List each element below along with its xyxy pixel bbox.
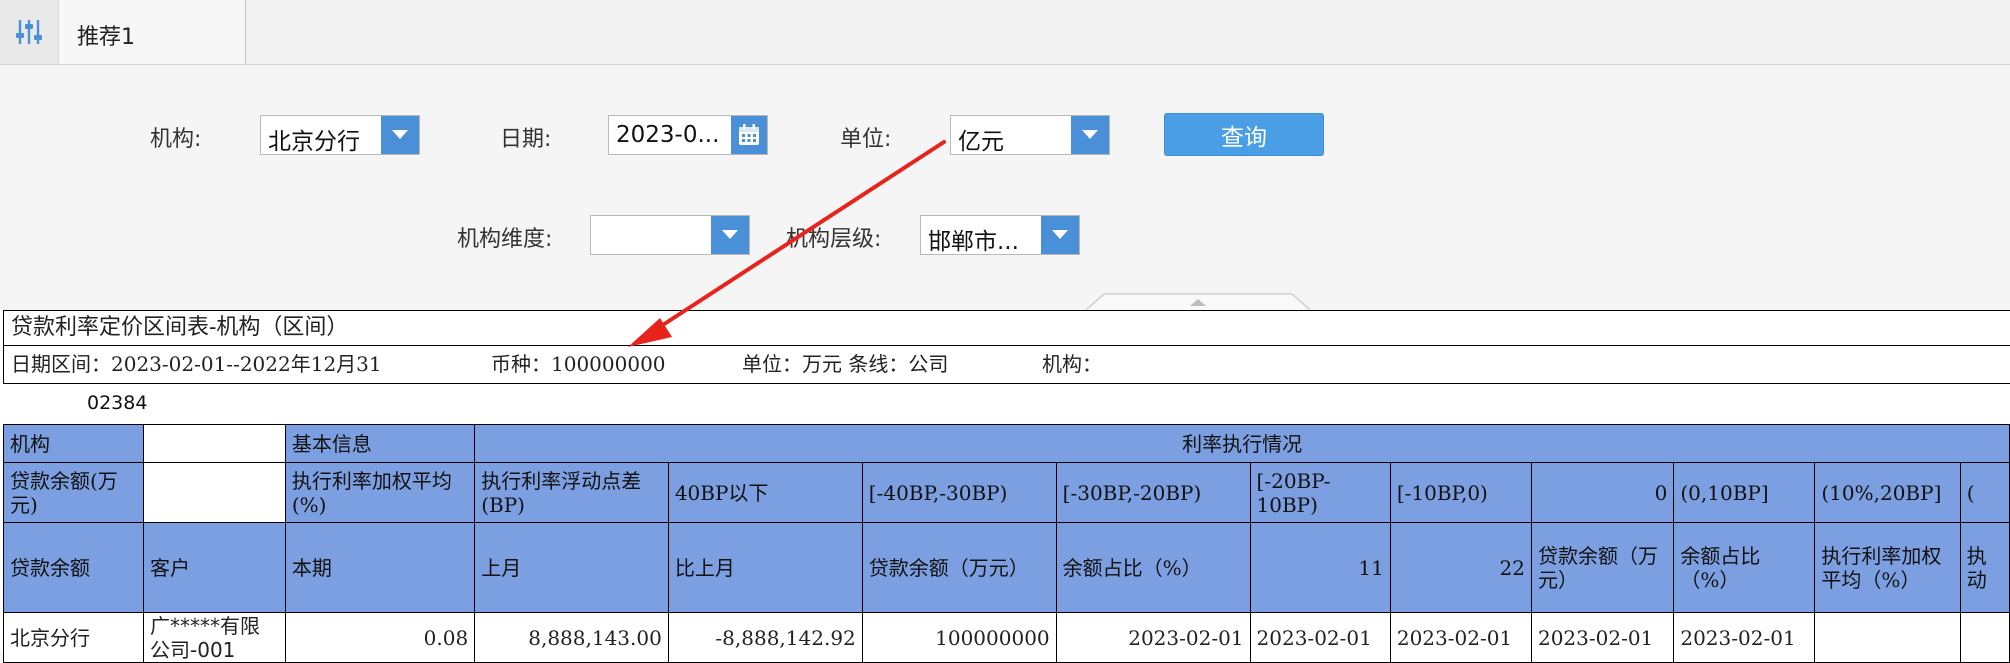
report-title: 贷款利率定价区间表-机构（区间）: [3, 310, 2010, 346]
report-table: 机构 基本信息 利率执行情况 贷款余额(万元) 执行利率加权平均(%) 执行利率…: [2, 424, 2010, 663]
date-field[interactable]: 2023-0...: [608, 115, 768, 155]
header-cell: 贷款余额: [2, 522, 145, 613]
org-text: 机构：: [1042, 352, 1102, 376]
tab-bar: 推荐1: [0, 0, 2010, 65]
filter-settings-icon[interactable]: [0, 0, 59, 64]
table-cell: 0.08: [284, 612, 476, 663]
header-cell: 执行利率加权平均(%): [284, 462, 476, 523]
header-cell: 执行利率加权平均（%）: [1814, 522, 1961, 613]
header-cell: 40BP以下: [667, 462, 863, 523]
query-button[interactable]: 查询: [1164, 113, 1324, 156]
report-code: 02384: [87, 392, 148, 414]
header-cell: 本期: [284, 522, 476, 613]
org-level-select[interactable]: 邯郸市...: [920, 215, 1080, 255]
date-range-text: 日期区间：2023-02-01--2022年12月31: [11, 352, 382, 376]
org-select-value: 北京分行: [268, 129, 360, 155]
unit-select[interactable]: 亿元: [950, 115, 1110, 155]
header-cell: [-40BP,-30BP): [861, 462, 1057, 523]
header-cell: (10%,20BP]: [1814, 462, 1961, 523]
table-cell: 2023-02-01: [1055, 612, 1251, 663]
currency-text: 币种：100000000: [491, 352, 666, 376]
table-row: 北京分行 广*****有限公司-001 0.08 8,888,143.00 -8…: [2, 612, 2010, 663]
table-cell: 2023-02-01: [1673, 612, 1816, 663]
org-dimension-select[interactable]: [590, 215, 750, 255]
chevron-down-icon[interactable]: [381, 116, 419, 154]
chevron-down-icon[interactable]: [711, 216, 749, 254]
chevron-down-icon[interactable]: [1071, 116, 1109, 154]
tab-recommend-1[interactable]: 推荐1: [59, 0, 246, 64]
unit-select-value: 亿元: [958, 129, 1004, 155]
table-cell: [1959, 612, 2010, 663]
header-cell: [143, 424, 286, 463]
table-cell: 8,888,143.00: [474, 612, 669, 663]
header-cell: 贷款余额（万元）: [861, 522, 1057, 613]
table-header-row: 贷款余额 客户 本期 上月 比上月 贷款余额（万元） 余额占比（%） 11 22…: [2, 522, 2010, 613]
unit-line-text: 单位：万元 条线：公司: [742, 352, 949, 376]
table-header-row: 机构 基本信息 利率执行情况: [2, 424, 2010, 463]
org-label: 机构:: [150, 127, 202, 152]
table-header-row: 贷款余额(万元) 执行利率加权平均(%) 执行利率浮动点差(BP) 40BP以下…: [2, 462, 2010, 523]
header-cell: [-20BP-10BP): [1249, 462, 1391, 523]
org-level-label: 机构层级:: [786, 227, 882, 252]
header-cell: 余额占比（%）: [1673, 522, 1816, 613]
org-dimension-label: 机构维度:: [457, 227, 553, 252]
report-panel: 贷款利率定价区间表-机构（区间） 日期区间：2023-02-01--2022年1…: [0, 310, 2010, 663]
header-cell: 0: [1530, 462, 1675, 523]
tab-label: 推荐1: [77, 25, 135, 50]
header-cell: 贷款余额（万元）: [1530, 522, 1675, 613]
header-cell: (0,10BP]: [1673, 462, 1816, 523]
report-info-row: 日期区间：2023-02-01--2022年12月31 币种：100000000…: [3, 346, 2010, 384]
header-cell: [-10BP,0): [1389, 462, 1532, 523]
org-select[interactable]: 北京分行: [260, 115, 420, 155]
header-cell: 贷款余额(万元): [2, 462, 145, 523]
table-cell: 北京分行: [2, 612, 145, 663]
date-field-value: 2023-0...: [616, 122, 720, 148]
header-cell: (: [1959, 462, 2010, 523]
header-cell: 机构: [2, 424, 145, 463]
date-label: 日期:: [500, 127, 552, 152]
table-cell: 2023-02-01: [1389, 612, 1532, 663]
header-cell: 11: [1249, 522, 1391, 613]
table-cell: 100000000: [861, 612, 1057, 663]
org-level-value: 邯郸市...: [928, 229, 1019, 255]
header-cell: [143, 462, 286, 523]
table-cell: -8,888,142.92: [667, 612, 863, 663]
header-cell: 执动: [1959, 522, 2010, 613]
header-cell: 22: [1389, 522, 1532, 613]
table-cell: 广*****有限公司-001: [143, 612, 286, 663]
collapse-panel-toggle[interactable]: [1086, 292, 1310, 310]
header-cell: 基本信息: [284, 424, 476, 463]
unit-label: 单位:: [840, 127, 892, 152]
table-cell: 2023-02-01: [1530, 612, 1675, 663]
header-cell: 利率执行情况: [474, 424, 2010, 463]
calendar-icon[interactable]: [731, 116, 767, 154]
table-cell: [1814, 612, 1961, 663]
chevron-down-icon[interactable]: [1041, 216, 1079, 254]
header-cell: [-30BP,-20BP): [1055, 462, 1251, 523]
header-cell: 余额占比（%）: [1055, 522, 1251, 613]
header-cell: 客户: [143, 522, 286, 613]
header-cell: 执行利率浮动点差(BP): [474, 462, 669, 523]
header-cell: 上月: [474, 522, 669, 613]
header-cell: 比上月: [667, 522, 863, 613]
table-cell: 2023-02-01: [1249, 612, 1391, 663]
